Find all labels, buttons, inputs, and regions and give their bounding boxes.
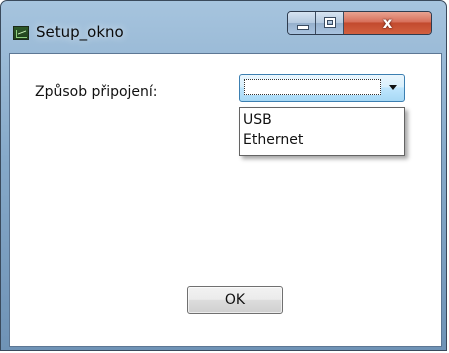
close-icon: x [382, 14, 393, 32]
client-area: Způsob připojení: USB Ethernet OK [9, 53, 442, 347]
app-chart-icon[interactable] [13, 26, 29, 40]
connection-method-select[interactable] [239, 74, 405, 102]
title-bar[interactable]: Setup_okno x [1, 1, 446, 53]
connection-method-label: Způsob připojení: [35, 84, 158, 100]
minimize-button[interactable] [288, 12, 316, 34]
ok-button[interactable]: OK [187, 286, 283, 314]
select-value [244, 79, 381, 95]
chevron-down-icon[interactable] [389, 85, 397, 90]
close-button[interactable]: x [344, 12, 431, 34]
option-usb[interactable]: USB [240, 110, 404, 130]
caption-buttons: x [287, 11, 432, 35]
window-title: Setup_okno [36, 23, 124, 41]
maximize-button[interactable] [316, 12, 344, 34]
setup-window: Setup_okno x Způsob připojení: USB Ether… [0, 0, 447, 351]
connection-options-list: USB Ethernet [239, 107, 405, 156]
maximize-icon [324, 17, 336, 28]
minimize-icon [297, 25, 309, 30]
option-ethernet[interactable]: Ethernet [240, 130, 404, 150]
